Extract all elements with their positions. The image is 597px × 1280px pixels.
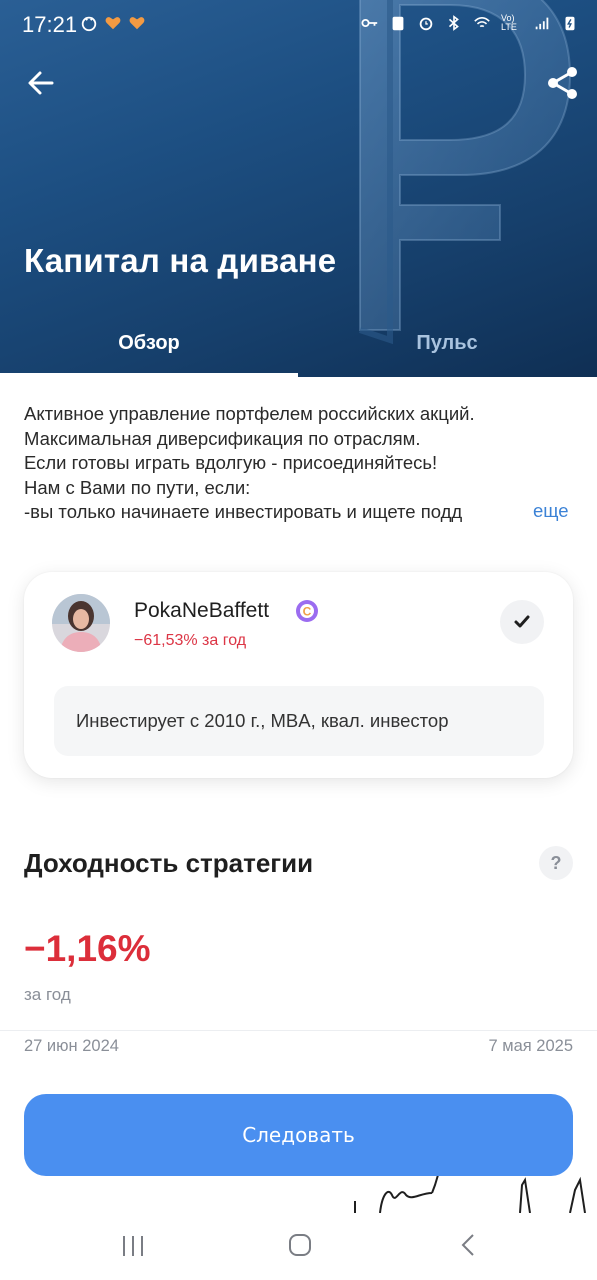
author-card[interactable]: PokaNeBaffett C −61,53% за год Инвестиру… <box>24 572 573 778</box>
home-icon[interactable] <box>287 1232 313 1258</box>
tab-pulse-label: Пульс <box>416 332 478 354</box>
status-right-icons: Vo) LTE <box>361 13 579 33</box>
help-button[interactable]: ? <box>539 846 573 880</box>
alarm-icon <box>419 17 433 31</box>
subscribed-toggle-button[interactable] <box>500 600 544 644</box>
verified-badge-icon: C <box>296 600 318 622</box>
chart-start-date: 27 июн 2024 <box>24 1037 119 1055</box>
strategy-description: Активное управление портфелем российских… <box>24 402 576 525</box>
description-line: Активное управление портфелем российских… <box>24 403 475 424</box>
status-left-icons <box>80 13 146 33</box>
status-time: 17:21 <box>22 12 78 37</box>
badge-letter: C <box>303 605 312 619</box>
author-return: −61,53% за год <box>134 632 247 649</box>
key-icon <box>361 18 378 28</box>
strategy-header: 17:21 Vo) LTE Капитал на диване Обзор Пу… <box>0 0 597 377</box>
show-more-link[interactable]: еще <box>533 500 569 522</box>
description-line: Максимальная диверсификация по отраслям. <box>24 427 421 449</box>
page-title: Капитал на диване <box>24 242 337 279</box>
share-icon[interactable] <box>544 64 582 102</box>
status-bar: 17:21 Vo) LTE <box>0 0 597 52</box>
ruble-symbol-art <box>359 0 572 345</box>
description-line: Нам с Вами по пути, если: <box>24 476 251 498</box>
tab-overview[interactable]: Обзор <box>0 318 298 377</box>
active-tab-indicator <box>0 373 298 377</box>
bluetooth-icon <box>448 15 459 31</box>
description-line: -вы только начинаете инвестировать и ище… <box>24 500 524 525</box>
section-title-returns: Доходность стратегии <box>24 848 314 878</box>
wifi-icon <box>474 17 490 28</box>
strategy-return-value: −1,16% <box>24 928 151 969</box>
recent-apps-icon[interactable] <box>120 1233 146 1259</box>
clipboard-icon <box>392 16 404 31</box>
author-bio: Инвестирует с 2010 г., MBA, квал. инвест… <box>54 686 544 756</box>
description-line: Если готовы играть вдолгую - присоединяй… <box>24 452 438 473</box>
checkmark-icon <box>514 615 530 628</box>
arrow-left-icon[interactable] <box>22 64 60 102</box>
heart-icon <box>105 17 121 30</box>
signal-icon <box>535 17 549 30</box>
heart-icon <box>129 17 145 30</box>
tab-bar: Обзор Пульс <box>0 318 597 377</box>
author-name[interactable]: PokaNeBaffett <box>134 599 269 623</box>
follow-button[interactable]: Следовать <box>24 1094 573 1176</box>
network-type-label: Vo) LTE <box>501 13 517 32</box>
chart-end-date: 7 мая 2025 <box>488 1037 573 1055</box>
back-icon[interactable] <box>456 1232 482 1258</box>
strategy-return-period: за год <box>24 985 71 1004</box>
tab-pulse[interactable]: Пульс <box>298 318 596 377</box>
divider <box>0 1030 597 1031</box>
battery-charging-icon <box>565 16 575 31</box>
android-icon <box>81 16 97 32</box>
avatar[interactable] <box>52 594 110 652</box>
tab-overview-label: Обзор <box>118 332 180 354</box>
system-nav-bar <box>0 1213 597 1280</box>
